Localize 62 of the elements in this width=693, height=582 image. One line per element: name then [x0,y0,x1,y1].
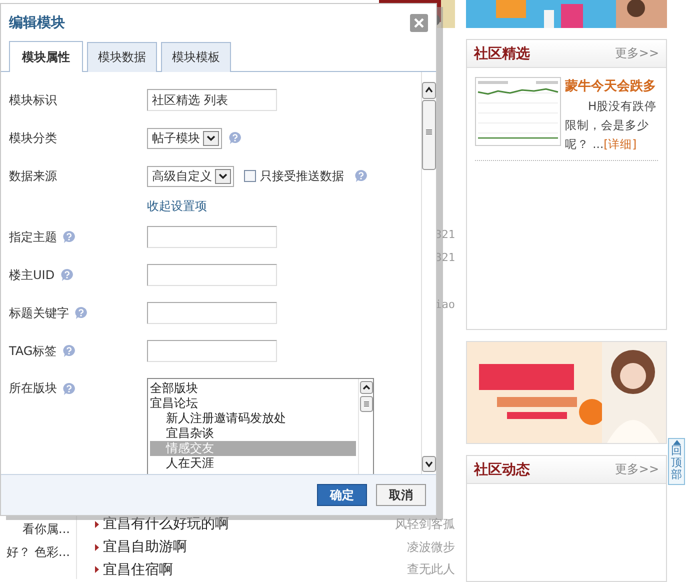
list-option[interactable]: 人在天涯 [150,456,356,471]
thread-link[interactable]: 宜昌自助游啊 [103,538,407,556]
help-icon[interactable] [62,344,76,358]
field-label: 指定主题 [9,228,57,246]
panel-title: 社区精选 [474,44,530,62]
text-field[interactable] [147,340,277,362]
scroll-up-icon[interactable] [360,381,372,394]
close-icon [414,18,424,28]
tab[interactable]: 模块数据 [87,42,157,72]
cell-text: 321 [435,251,455,264]
dialog-title: 编辑模块 [9,14,65,32]
help-icon[interactable] [60,268,74,282]
close-button[interactable] [410,14,428,32]
help-icon[interactable] [62,230,76,244]
bullet-icon [95,520,99,528]
tab[interactable]: 模块属性 [9,41,83,72]
list-option[interactable]: 宜昌论坛 [150,396,356,411]
dropdown[interactable]: 帖子模块 [147,128,222,148]
help-icon[interactable] [228,131,242,145]
field-label: 模块标识 [9,92,57,108]
field-label: 模块分类 [9,130,57,146]
bullet-icon [95,566,99,574]
cancel-button[interactable]: 取消 [376,484,426,506]
help-icon[interactable] [354,169,368,183]
thread-link[interactable]: 宜昌住宿啊 [103,560,407,579]
field-label: 所在版块 [9,380,57,397]
confirm-button[interactable]: 确定 [317,484,367,506]
arrow-up-icon [672,440,680,445]
thread-link[interactable]: 宜昌有什么好玩的啊 [103,515,395,534]
detail-link[interactable]: [详细] [604,137,637,151]
list-option[interactable]: 宜昌杂谈 [150,426,356,441]
scroll-down-icon[interactable] [422,456,436,472]
list-option[interactable]: 新人注册邀请码发放处 [150,411,356,426]
list-option[interactable]: 全部版块 [150,381,356,396]
chevron-down-icon [215,168,231,184]
field-label: 标题关键字 [9,304,69,322]
chevron-down-icon [203,130,219,146]
article-title[interactable]: 蒙牛今天会跌多 [565,77,658,95]
text-field[interactable]: 社区精选 列表 [147,89,277,111]
tab[interactable]: 模块模板 [161,42,231,72]
help-icon[interactable] [74,306,88,320]
field-label: 数据来源 [9,168,57,184]
collapse-link[interactable]: 收起设置项 [147,198,207,215]
scrollbar-thumb[interactable] [422,82,436,170]
cell-text: iao [435,298,455,311]
cell-text: 321 [435,228,455,241]
field-label: 楼主UID [9,266,55,284]
panel-title: 社区动态 [474,460,530,478]
thread-link[interactable]: 看你属... [22,521,70,538]
checkbox-label: 只接受推送数据 [260,168,344,184]
article-summary: H股没有跌停限制，会是多少呢？ ...[详细] [565,98,658,153]
dropdown[interactable]: 高级自定义 [147,166,234,186]
help-icon[interactable] [62,382,76,396]
checkbox[interactable] [244,170,256,182]
thread-link[interactable]: 好？ 色彩... [6,544,70,561]
bullet-icon [95,544,99,550]
text-field[interactable] [147,226,277,248]
field-label: TAG标签 [9,342,57,360]
back-to-top-button[interactable]: 回顶部 [668,438,685,485]
text-field[interactable] [147,302,277,324]
text-field[interactable] [147,264,277,286]
scrollbar-thumb[interactable] [360,396,372,412]
